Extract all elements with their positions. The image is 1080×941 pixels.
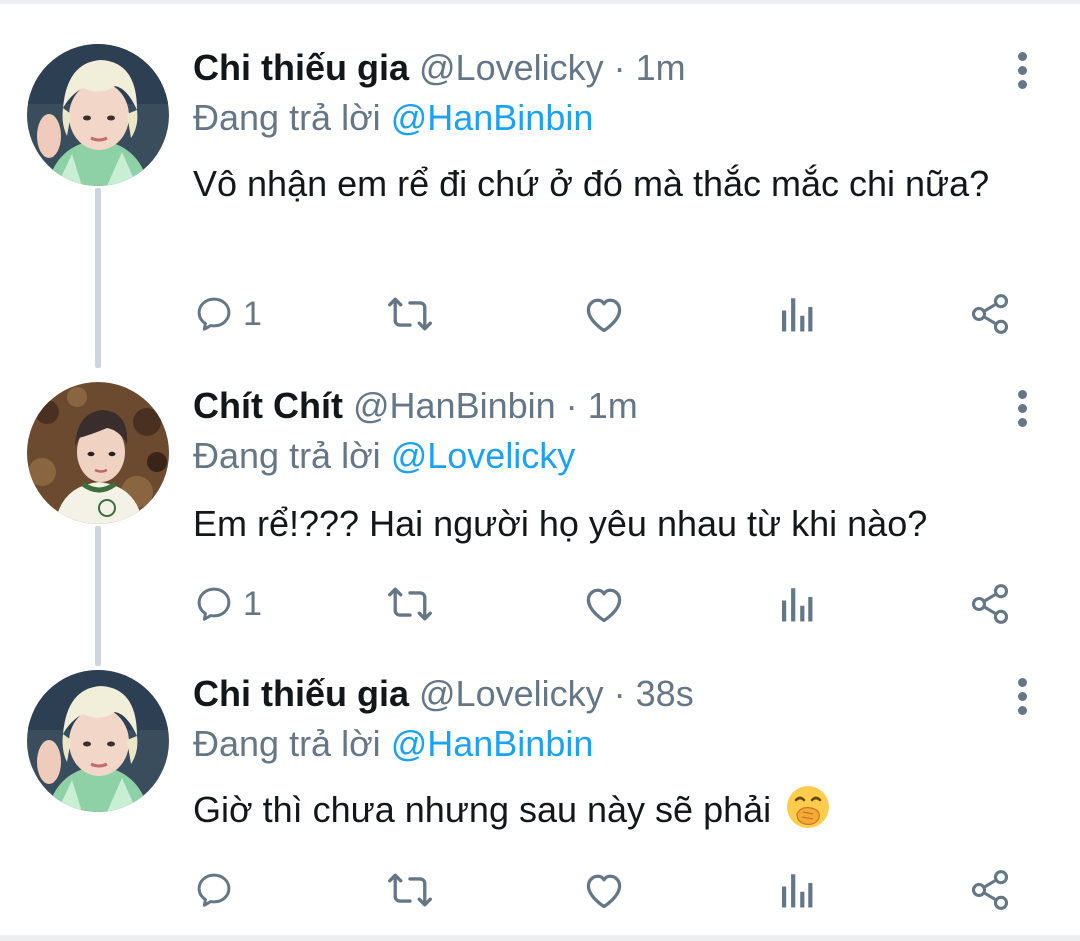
retweet-button[interactable] xyxy=(386,290,434,338)
reply-button[interactable] xyxy=(193,866,243,914)
share-icon xyxy=(971,294,1009,334)
share-icon xyxy=(971,870,1009,910)
more-options-icon[interactable] xyxy=(1012,390,1032,430)
replying-to: Đang trả lời @HanBinbin xyxy=(193,722,593,766)
retweet-button[interactable] xyxy=(386,580,434,628)
retweet-icon xyxy=(388,873,432,907)
display-name[interactable]: Chi thiếu gia xyxy=(193,47,409,88)
tweet-header: Chít Chít @HanBinbin · 1m xyxy=(193,384,638,428)
mention-link[interactable]: @HanBinbin xyxy=(391,723,594,764)
reply-count: 1 xyxy=(243,295,262,333)
user-avatar[interactable] xyxy=(27,670,169,812)
replying-to: Đang trả lời @Lovelicky xyxy=(193,434,575,478)
reply-button[interactable]: 1 xyxy=(193,290,262,338)
like-icon xyxy=(586,298,622,333)
retweet-button[interactable] xyxy=(386,866,434,914)
like-button[interactable] xyxy=(582,866,626,914)
tweet-header: Chi thiếu gia @Lovelicky · 38s xyxy=(193,672,694,716)
analytics-button[interactable] xyxy=(778,866,814,914)
tweet-actions xyxy=(0,866,1080,914)
retweet-icon xyxy=(388,297,432,331)
tweet-text-container: Giờ thì chưa nhưng sau này sẽ phải xyxy=(193,784,1053,836)
separator-dot: · xyxy=(613,673,626,714)
like-button[interactable] xyxy=(582,290,626,338)
tweet-actions: 1 xyxy=(0,290,1080,338)
timestamp[interactable]: 1m xyxy=(588,385,638,426)
replying-to: Đang trả lời @HanBinbin xyxy=(193,96,593,140)
analytics-icon xyxy=(782,298,813,332)
mention-link[interactable]: @Lovelicky xyxy=(391,435,576,476)
mention-link[interactable]: @HanBinbin xyxy=(391,97,594,138)
tweet[interactable]: Chi thiếu gia @Lovelicky · 1m Đang trả l… xyxy=(0,0,1080,360)
reply-button[interactable]: 1 xyxy=(193,580,262,628)
analytics-icon xyxy=(782,588,813,622)
reply-icon xyxy=(197,873,231,907)
bottom-divider xyxy=(0,935,1080,941)
like-icon xyxy=(586,588,622,623)
user-handle[interactable]: @Lovelicky xyxy=(419,47,604,88)
tweet[interactable]: Chi thiếu gia @Lovelicky · 38s Đang trả … xyxy=(0,660,1080,935)
share-button[interactable] xyxy=(968,290,1012,338)
user-avatar[interactable] xyxy=(27,44,169,186)
timestamp[interactable]: 38s xyxy=(636,673,694,714)
analytics-button[interactable] xyxy=(778,290,814,338)
tweet-text: Em rể!??? Hai người họ yêu nhau từ khi n… xyxy=(193,503,928,544)
face-with-hand-over-mouth-emoji xyxy=(787,786,830,828)
tweet-text: Giờ thì chưa nhưng sau này sẽ phải xyxy=(193,789,772,830)
replying-prefix: Đang trả lời xyxy=(193,435,381,476)
share-button[interactable] xyxy=(968,866,1012,914)
tweet-header: Chi thiếu gia @Lovelicky · 1m xyxy=(193,46,686,90)
tweet-actions: 1 xyxy=(0,580,1080,628)
display-name[interactable]: Chít Chít xyxy=(193,385,343,426)
more-options-icon[interactable] xyxy=(1012,52,1032,92)
reply-icon xyxy=(197,587,231,621)
separator-dot: · xyxy=(613,47,626,88)
like-icon xyxy=(586,874,622,909)
retweet-icon xyxy=(388,587,432,621)
timestamp[interactable]: 1m xyxy=(636,47,686,88)
user-avatar[interactable] xyxy=(27,382,169,524)
share-icon xyxy=(971,584,1009,624)
more-options-icon[interactable] xyxy=(1012,678,1032,718)
analytics-button[interactable] xyxy=(778,580,814,628)
tweet[interactable]: Chít Chít @HanBinbin · 1m Đang trả lời @… xyxy=(0,360,1080,660)
user-handle[interactable]: @Lovelicky xyxy=(419,673,604,714)
share-button[interactable] xyxy=(968,580,1012,628)
tweet-text: Vô nhận em rể đi chứ ở đó mà thắc mắc ch… xyxy=(193,163,990,204)
replying-prefix: Đang trả lời xyxy=(193,97,381,138)
reply-icon xyxy=(197,297,231,331)
separator-dot: · xyxy=(565,385,578,426)
like-button[interactable] xyxy=(582,580,626,628)
replying-prefix: Đang trả lời xyxy=(193,723,381,764)
analytics-icon xyxy=(782,874,813,908)
reply-count: 1 xyxy=(243,585,262,623)
user-handle[interactable]: @HanBinbin xyxy=(353,385,556,426)
display-name[interactable]: Chi thiếu gia xyxy=(193,673,409,714)
